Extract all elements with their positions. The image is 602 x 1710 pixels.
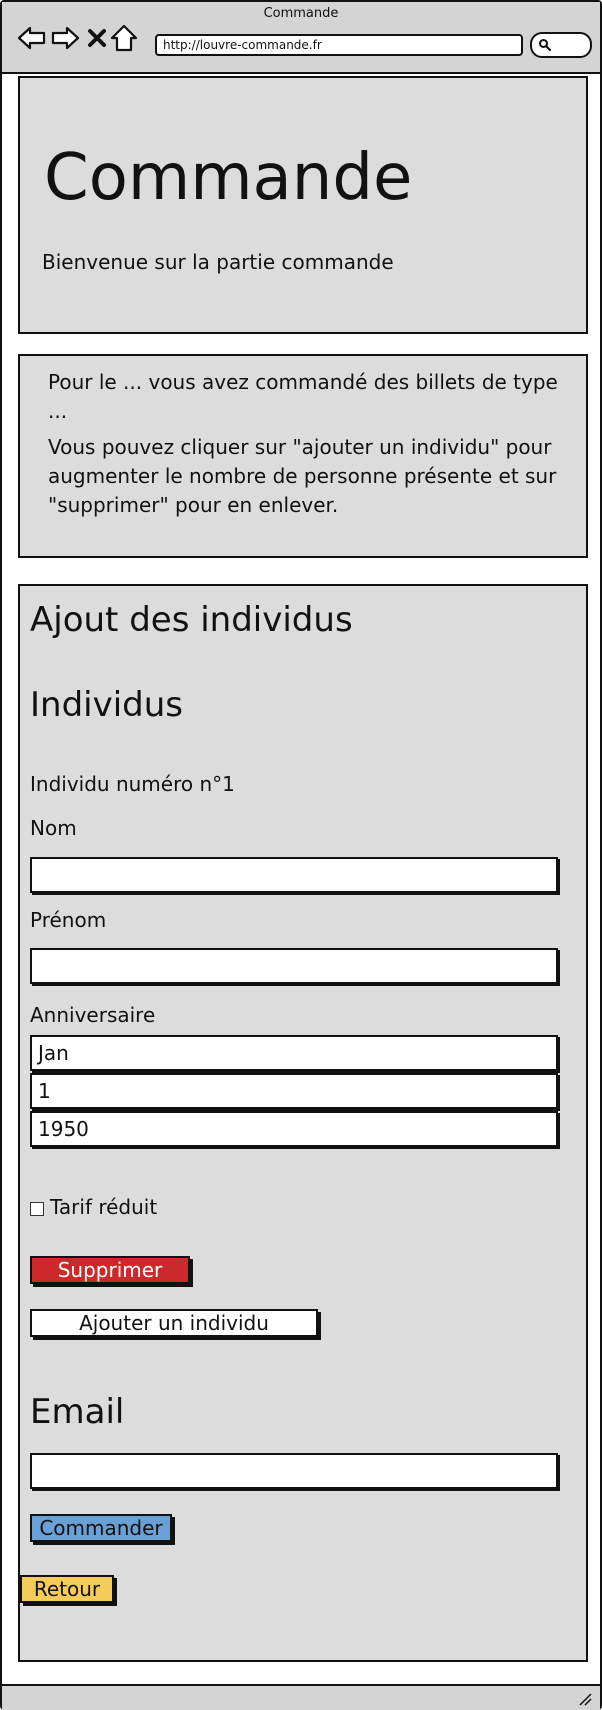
email-title: Email — [30, 1392, 125, 1432]
home-icon[interactable] — [108, 22, 140, 54]
forward-arrow-icon[interactable] — [49, 22, 81, 54]
individu-number-label: Individu numéro n°1 — [30, 772, 235, 796]
anniversaire-label: Anniversaire — [30, 1003, 156, 1027]
prenom-input[interactable] — [30, 948, 558, 984]
birthday-day-select[interactable]: 1 — [30, 1073, 558, 1109]
search-field[interactable] — [530, 32, 592, 58]
commander-button[interactable]: Commander — [30, 1514, 172, 1542]
section-title-ajout: Ajout des individus — [30, 600, 353, 640]
tarif-reduit-label: Tarif réduit — [50, 1195, 158, 1219]
birthday-year-select[interactable]: 1950 — [30, 1111, 558, 1147]
browser-window: Commande http://louvre-commande.fr Comma… — [0, 0, 602, 1710]
window-title: Commande — [263, 6, 339, 21]
nom-label: Nom — [30, 816, 77, 840]
retour-button[interactable]: Retour — [20, 1575, 114, 1603]
nom-input[interactable] — [30, 857, 558, 893]
url-text: http://louvre-commande.fr — [163, 38, 322, 52]
resize-grip-icon[interactable] — [576, 1690, 592, 1706]
supprimer-button[interactable]: Supprimer — [30, 1256, 190, 1284]
email-input[interactable] — [30, 1453, 558, 1489]
welcome-text: Bienvenue sur la partie commande — [42, 250, 394, 274]
tarif-reduit-checkbox[interactable] — [30, 1202, 44, 1216]
prenom-label: Prénom — [30, 908, 107, 932]
ajouter-individu-button[interactable]: Ajouter un individu — [30, 1309, 318, 1337]
back-arrow-icon[interactable] — [16, 22, 48, 54]
section-title-individus: Individus — [30, 685, 184, 725]
birthday-month-select[interactable]: Jan — [30, 1035, 558, 1071]
status-bar — [2, 1684, 600, 1710]
address-bar[interactable]: http://louvre-commande.fr — [155, 34, 523, 56]
info-text-order: Pour le ... vous avez commandé des bille… — [48, 370, 558, 423]
info-text-instructions: Vous pouvez cliquer sur "ajouter un indi… — [48, 435, 557, 517]
search-icon — [539, 39, 552, 52]
page-title: Commande — [44, 141, 413, 215]
browser-toolbar: Commande http://louvre-commande.fr — [2, 2, 600, 74]
